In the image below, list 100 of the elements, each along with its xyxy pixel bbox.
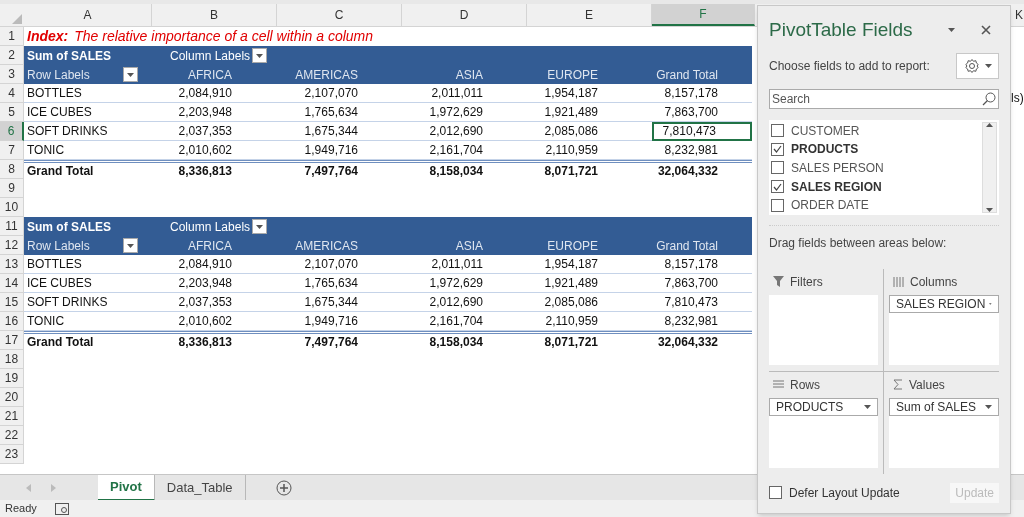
columns-icon — [893, 276, 904, 287]
add-sheet-icon[interactable] — [275, 479, 292, 496]
grand-total-label: Grand Total — [26, 334, 95, 351]
value-cell-text: 2,037,353 — [177, 123, 233, 140]
field-checkbox[interactable] — [771, 161, 784, 175]
column-header[interactable]: A — [24, 4, 152, 26]
field-checkbox[interactable] — [771, 180, 784, 194]
filter-dropdown-button[interactable] — [252, 219, 268, 234]
row-number[interactable]: 3 — [0, 65, 24, 84]
field-checkbox[interactable] — [771, 124, 784, 138]
row-number[interactable]: 10 — [0, 198, 24, 217]
row-number[interactable]: 11 — [0, 217, 24, 236]
column-header[interactable]: F — [652, 4, 755, 26]
field-name[interactable]: ORDER DATE — [791, 196, 869, 215]
row-number[interactable]: 19 — [0, 369, 24, 388]
caret-icon — [127, 72, 134, 77]
column-header[interactable]: C — [277, 4, 402, 26]
column-header[interactable]: B — [152, 4, 277, 26]
column-header: EUROPE — [547, 237, 598, 255]
column-labels-header: Column Labels — [170, 218, 251, 236]
total-value: 32,064,332 — [657, 163, 718, 180]
field-name[interactable]: PRODUCTS — [791, 140, 859, 159]
caret-icon — [864, 404, 871, 409]
close-icon[interactable] — [981, 25, 991, 36]
value-field-label: Sum of SALES — [26, 218, 112, 236]
row-number[interactable]: 8 — [0, 160, 24, 179]
value-cell-text: 1,921,489 — [543, 104, 599, 121]
column-header[interactable]: D — [402, 4, 527, 26]
macro-record-icon[interactable] — [54, 502, 69, 515]
column-header[interactable]: K — [1015, 6, 1023, 24]
scrollbar[interactable] — [982, 121, 997, 213]
total-value: 8,071,721 — [544, 163, 598, 180]
panel-subtitle: Choose fields to add to report: — [769, 57, 931, 75]
defer-label[interactable]: Defer Layout Update — [789, 483, 951, 502]
field-checkbox[interactable] — [771, 198, 784, 212]
row-number[interactable]: 1 — [0, 27, 24, 46]
row-number[interactable]: 20 — [0, 388, 24, 407]
value-cell: 7,810,473 — [652, 121, 752, 141]
sheet-tab[interactable]: Pivot — [98, 475, 155, 501]
filter-dropdown-button[interactable] — [252, 48, 268, 63]
search-field[interactable]: Search — [769, 88, 999, 109]
value-cell-text: 2,011,011 — [430, 85, 484, 102]
search-icon[interactable] — [982, 91, 996, 106]
area-field-chip[interactable]: PRODUCTS — [769, 397, 878, 416]
caret-icon — [127, 243, 134, 248]
row-number[interactable]: 5 — [0, 103, 24, 122]
row-number[interactable]: 13 — [0, 255, 24, 274]
filter-dropdown-button[interactable] — [123, 238, 138, 253]
value-cell-text: 1,949,716 — [303, 313, 359, 330]
field-name[interactable]: SALES REGION — [791, 177, 882, 196]
field-name[interactable]: CUSTOMER — [791, 121, 860, 140]
filter-dropdown-button[interactable] — [123, 67, 138, 82]
column-header: AMERICAS — [295, 237, 358, 255]
status-text: Ready — [5, 501, 37, 517]
drop-area[interactable]: SALES REGION — [889, 294, 999, 365]
row-number[interactable]: 12 — [0, 236, 24, 255]
row-label: TONIC — [26, 142, 66, 159]
area-title: Filters — [790, 273, 823, 291]
row-number[interactable]: 7 — [0, 141, 24, 160]
scroll-up-icon[interactable] — [986, 122, 993, 127]
value-cell-text: 2,011,011 — [430, 256, 484, 273]
row-label: SOFT DRINKS — [26, 294, 109, 311]
row-number[interactable]: 23 — [0, 445, 24, 464]
defer-checkbox[interactable] — [769, 486, 782, 499]
filter-icon — [773, 276, 784, 287]
area-field-chip[interactable]: SALES REGION — [889, 294, 999, 313]
value-cell-text: 2,037,353 — [177, 294, 233, 311]
value-cell-text: 8,157,178 — [663, 85, 719, 102]
area-field-chip[interactable]: Sum of SALES — [889, 397, 999, 416]
row-number[interactable]: 18 — [0, 350, 24, 369]
drop-area[interactable]: Sum of SALES — [889, 397, 999, 468]
value-cell-text: 1,921,489 — [543, 275, 599, 292]
field-checkbox[interactable] — [771, 142, 784, 156]
drag-hint: Drag fields between areas below: — [769, 234, 948, 252]
drop-area[interactable]: PRODUCTS — [769, 397, 878, 468]
row-number[interactable]: 21 — [0, 407, 24, 426]
value-cell-text: 2,012,690 — [428, 294, 484, 311]
row-label: BOTTLES — [26, 256, 83, 273]
rows-icon — [773, 380, 784, 389]
area-title: Rows — [790, 376, 820, 394]
row-number[interactable]: 17 — [0, 331, 24, 350]
value-cell-text: 1,954,187 — [543, 85, 599, 102]
value-cell-text: 2,161,704 — [428, 142, 484, 159]
row-number[interactable]: 6 — [0, 122, 24, 141]
row-number[interactable]: 9 — [0, 179, 24, 198]
field-name[interactable]: SALES PERSON — [791, 159, 884, 177]
value-cell-text: 2,084,910 — [177, 256, 233, 273]
row-number[interactable]: 14 — [0, 274, 24, 293]
column-header: ASIA — [455, 237, 483, 255]
row-number[interactable]: 22 — [0, 426, 24, 445]
row-number[interactable]: 16 — [0, 312, 24, 331]
row-number[interactable]: 15 — [0, 293, 24, 312]
settings-button[interactable] — [956, 52, 999, 79]
value-cell-text: 1,949,716 — [303, 142, 359, 159]
total-value: 8,336,813 — [178, 334, 232, 351]
value-cell-text: 2,203,948 — [177, 275, 233, 292]
scroll-down-icon[interactable] — [986, 207, 993, 212]
row-number[interactable]: 2 — [0, 46, 24, 65]
row-number[interactable]: 4 — [0, 84, 24, 103]
total-value: 7,497,764 — [304, 334, 358, 351]
